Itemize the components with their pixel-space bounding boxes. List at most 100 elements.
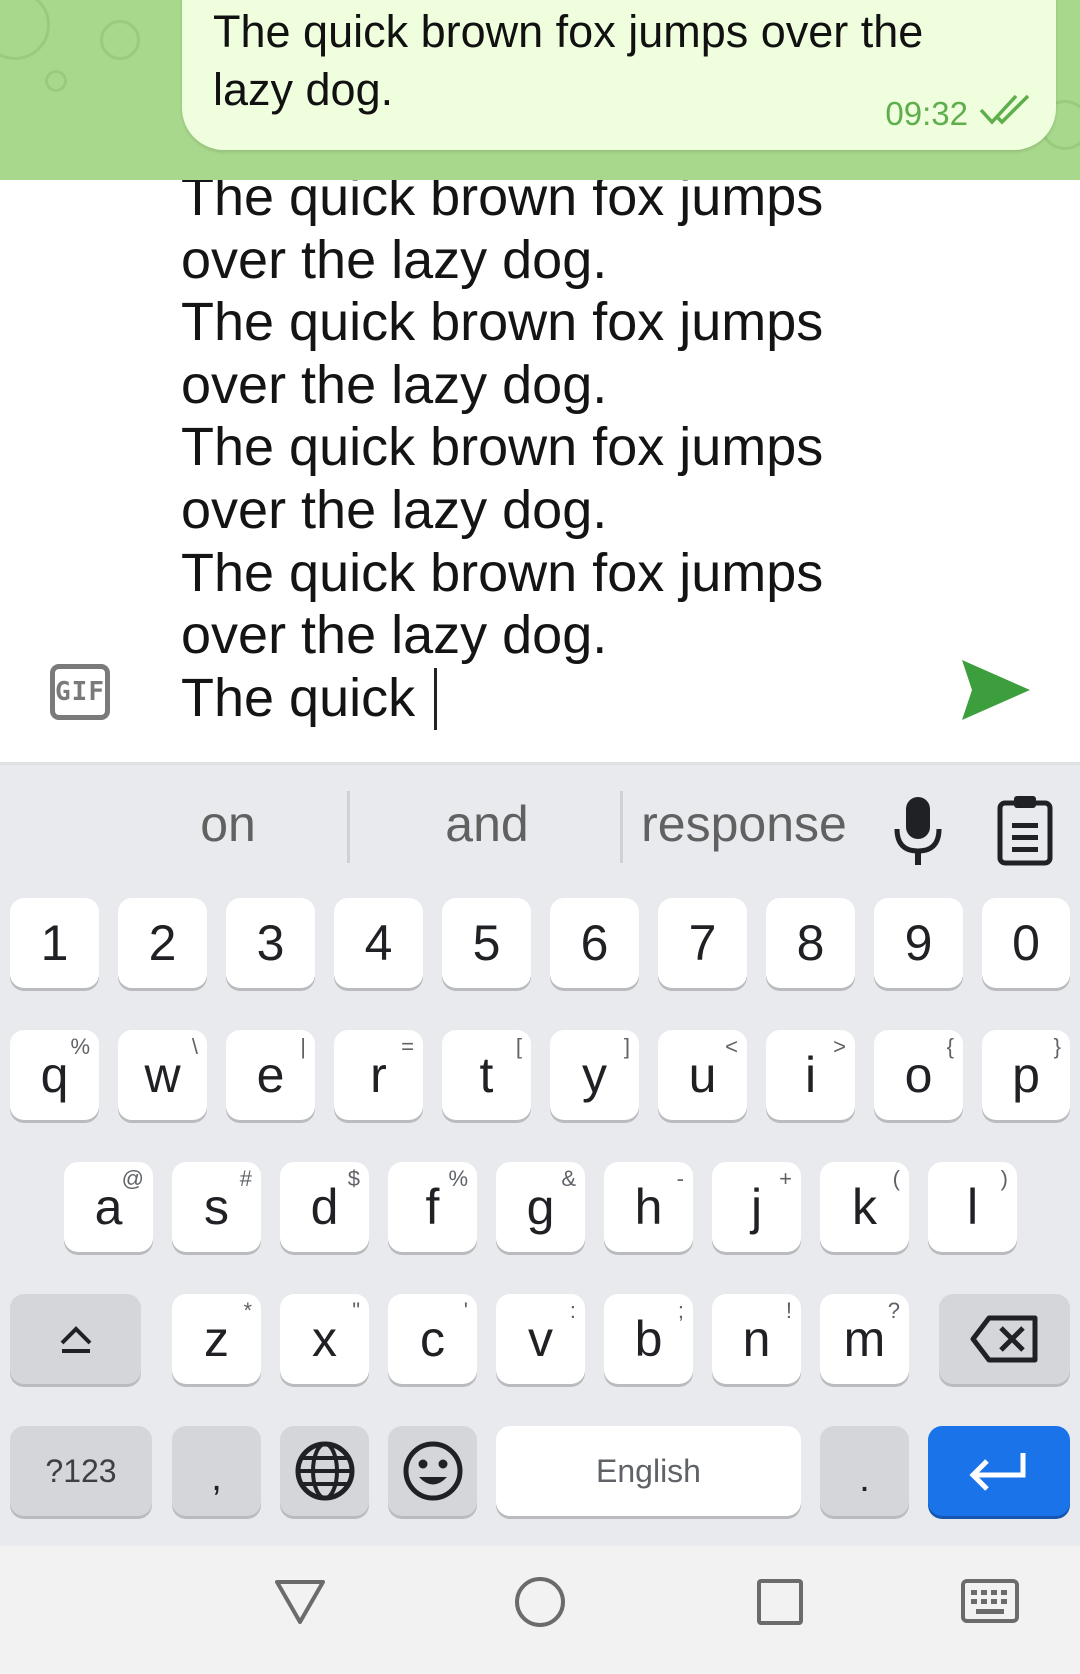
key-hint: >	[833, 1034, 846, 1059]
emoji-key[interactable]	[388, 1426, 477, 1516]
key-e[interactable]: e |	[226, 1030, 315, 1120]
comma-key[interactable]: ,	[172, 1426, 261, 1516]
key-hint: ]	[623, 1034, 630, 1059]
key-8[interactable]: 8	[766, 898, 855, 988]
key-label: y	[582, 1047, 607, 1103]
key-v[interactable]: v:	[496, 1294, 585, 1384]
key-label: 9	[904, 915, 933, 971]
key-hint: "	[352, 1298, 360, 1323]
key-hint: %	[70, 1034, 90, 1059]
key-label: p	[1012, 1047, 1040, 1103]
suggestion-2[interactable]: and	[356, 765, 618, 883]
key-label: j	[750, 1179, 763, 1235]
key-p[interactable]: p}	[982, 1030, 1070, 1120]
emoji-icon	[403, 1441, 462, 1501]
key-i[interactable]: i >	[766, 1030, 855, 1120]
key-hint: !	[785, 1298, 792, 1323]
language-key[interactable]	[280, 1426, 369, 1516]
key-w[interactable]: w \	[118, 1030, 207, 1120]
key-y[interactable]: y]	[550, 1030, 639, 1120]
key-hint: #	[239, 1166, 252, 1191]
key-o[interactable]: o{	[874, 1030, 963, 1120]
backspace-icon	[970, 1315, 1037, 1363]
background-doodle	[45, 70, 67, 92]
key-hint: =	[401, 1034, 414, 1059]
key-f[interactable]: f%	[388, 1162, 477, 1252]
key-hint: ?	[887, 1298, 900, 1323]
key-j[interactable]: j +	[712, 1162, 801, 1252]
keyboard-switch-icon[interactable]	[960, 1578, 1020, 1626]
microphone-icon[interactable]	[888, 791, 948, 871]
recents-icon[interactable]	[752, 1574, 808, 1630]
key-b[interactable]: b;	[604, 1294, 693, 1384]
symbols-key[interactable]: ?123	[10, 1426, 152, 1516]
key-hint: @	[121, 1166, 144, 1191]
background-doodle	[100, 20, 140, 60]
message-bubble[interactable]: The quick brown fox jumps over the lazy …	[182, 0, 1056, 150]
clipboard-icon[interactable]	[996, 793, 1054, 867]
key-z[interactable]: z *	[172, 1294, 261, 1384]
backspace-key[interactable]	[939, 1294, 1070, 1384]
key-u[interactable]: u <	[658, 1030, 747, 1120]
gif-label: GIF	[55, 677, 105, 707]
key-hint: +	[779, 1166, 792, 1191]
enter-key[interactable]	[928, 1426, 1070, 1516]
comma-label: ,	[211, 1456, 222, 1499]
key-hint: {	[946, 1034, 954, 1059]
message-time: 09:32	[885, 95, 968, 132]
key-label: t	[479, 1047, 494, 1103]
enter-icon	[969, 1453, 1026, 1491]
globe-icon	[295, 1441, 354, 1501]
key-q[interactable]: q%	[10, 1030, 99, 1120]
key-label: l	[966, 1179, 979, 1235]
key-label: b	[634, 1311, 663, 1367]
space-key[interactable]: English	[496, 1426, 801, 1516]
chat-background: The quick brown fox jumps over the lazy …	[0, 0, 1080, 180]
key-r[interactable]: r =	[334, 1030, 423, 1120]
key-2[interactable]: 2	[118, 898, 207, 988]
key-n[interactable]: n!	[712, 1294, 801, 1384]
key-0[interactable]: 0	[982, 898, 1070, 988]
key-label: r	[370, 1047, 387, 1103]
message-input[interactable]: The quick brown fox jumps over the lazy …	[181, 180, 881, 730]
key-hint: |	[300, 1034, 306, 1059]
key-l[interactable]: l)	[928, 1162, 1017, 1252]
key-label: 2	[148, 915, 177, 971]
gif-button[interactable]: GIF	[50, 664, 110, 720]
period-key[interactable]: .	[820, 1426, 909, 1516]
key-s[interactable]: s #	[172, 1162, 261, 1252]
space-label: English	[596, 1452, 701, 1489]
key-hint: %	[448, 1166, 468, 1191]
key-3[interactable]: 3	[226, 898, 315, 988]
key-h[interactable]: h-	[604, 1162, 693, 1252]
key-x[interactable]: x "	[280, 1294, 369, 1384]
home-icon[interactable]	[512, 1574, 568, 1630]
key-k[interactable]: k(	[820, 1162, 909, 1252]
key-label: a	[94, 1179, 123, 1235]
key-label: u	[688, 1047, 717, 1103]
send-icon[interactable]	[958, 652, 1034, 728]
key-a[interactable]: a @	[64, 1162, 153, 1252]
key-c[interactable]: c '	[388, 1294, 477, 1384]
key-g[interactable]: g &	[496, 1162, 585, 1252]
key-label: v	[528, 1311, 553, 1367]
shift-key[interactable]	[10, 1294, 141, 1384]
key-9[interactable]: 9	[874, 898, 963, 988]
key-t[interactable]: t[	[442, 1030, 531, 1120]
key-7[interactable]: 7	[658, 898, 747, 988]
suggestion-divider	[347, 791, 350, 863]
key-4[interactable]: 4	[334, 898, 423, 988]
back-icon[interactable]	[272, 1574, 328, 1630]
key-m[interactable]: m?	[820, 1294, 909, 1384]
key-label: o	[904, 1047, 933, 1103]
key-d[interactable]: d $	[280, 1162, 369, 1252]
key-6[interactable]: 6	[550, 898, 639, 988]
suggestion-3[interactable]: response	[624, 765, 864, 883]
key-5[interactable]: 5	[442, 898, 531, 988]
message-composer[interactable]: The quick brown fox jumps over the lazy …	[0, 180, 1080, 762]
key-1[interactable]: 1	[10, 898, 99, 988]
suggestion-1[interactable]: on	[100, 765, 356, 883]
key-hint: [	[515, 1034, 522, 1059]
message-input-text: The quick brown fox jumps over the lazy …	[181, 180, 824, 728]
key-hint: )	[1000, 1166, 1008, 1191]
